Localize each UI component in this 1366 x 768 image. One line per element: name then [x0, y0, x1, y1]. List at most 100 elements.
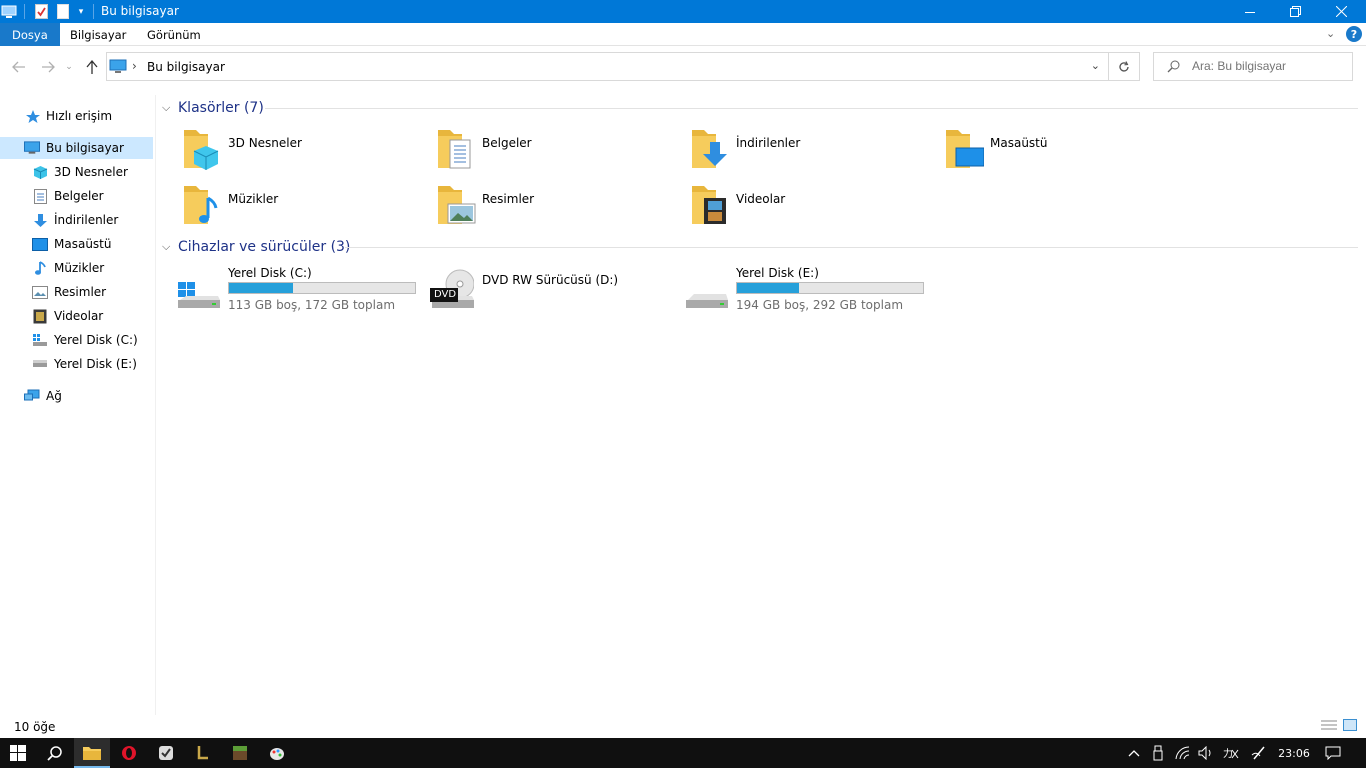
star-icon: [24, 108, 40, 124]
security-app-icon[interactable]: [148, 738, 184, 768]
expand-ribbon-icon[interactable]: ⌄: [1326, 27, 1335, 40]
opera-icon[interactable]: [111, 738, 147, 768]
sidebar-item-label: Müzikler: [54, 261, 105, 275]
breadcrumb[interactable]: Bu bilgisayar: [147, 60, 225, 74]
sidebar-item-desktop[interactable]: Masaüstü: [32, 233, 111, 255]
up-button[interactable]: [80, 56, 104, 78]
folder-pictures[interactable]: Resimler: [436, 184, 686, 232]
sidebar-item-3d-objects[interactable]: 3D Nesneler: [32, 161, 128, 183]
folder-3d-objects[interactable]: 3D Nesneler: [182, 128, 432, 176]
customize-toolbar-icon[interactable]: ▾: [75, 2, 87, 21]
drive-space-info: 113 GB boş, 172 GB toplam: [228, 298, 396, 312]
group-title: Cihazlar ve sürücüler (3): [178, 239, 351, 255]
tab-view[interactable]: Görünüm: [135, 23, 213, 46]
computer-icon[interactable]: [0, 2, 18, 21]
folder-name: Müzikler: [228, 192, 279, 206]
documents-folder-icon: [436, 128, 476, 172]
wifi-icon[interactable]: [1172, 738, 1194, 768]
sidebar-item-quick-access[interactable]: Hızlı erişim: [24, 105, 112, 127]
sidebar-item-documents[interactable]: Belgeler: [32, 185, 104, 207]
folder-name: Resimler: [482, 192, 535, 206]
film-icon: [32, 308, 48, 324]
minecraft-icon[interactable]: [222, 738, 258, 768]
app-icon[interactable]: [185, 738, 221, 768]
sidebar-item-local-disk-c[interactable]: Yerel Disk (C:): [32, 329, 138, 351]
folder-desktop[interactable]: Masaüstü: [944, 128, 1194, 176]
tab-file[interactable]: Dosya: [0, 23, 60, 46]
3d-cube-icon: [32, 164, 48, 180]
forward-button[interactable]: [36, 56, 60, 78]
separator: [93, 4, 94, 19]
pen-workspace-icon[interactable]: [1248, 738, 1270, 768]
folders-group-header[interactable]: ⌵ Klasörler (7): [162, 98, 264, 118]
sidebar-item-videos[interactable]: Videolar: [32, 305, 103, 327]
properties-icon[interactable]: [33, 2, 49, 21]
desktop-icon: [32, 236, 48, 252]
sidebar-item-label: Bu bilgisayar: [46, 141, 124, 155]
recent-locations-icon[interactable]: ⌄: [60, 56, 78, 78]
sidebar-item-label: Hızlı erişim: [46, 109, 113, 123]
file-explorer-icon[interactable]: [74, 738, 110, 768]
folder-music[interactable]: Müzikler: [182, 184, 432, 232]
notifications-icon[interactable]: [1320, 738, 1346, 768]
volume-icon[interactable]: [1196, 738, 1216, 768]
folder-name: Videolar: [736, 192, 786, 206]
drive-e[interactable]: Yerel Disk (E:) 194 GB boş, 292 GB topla…: [684, 264, 938, 316]
help-button[interactable]: ?: [1346, 26, 1362, 42]
sidebar-item-network[interactable]: Ağ: [24, 385, 62, 407]
refresh-button[interactable]: [1108, 52, 1140, 81]
folder-downloads[interactable]: İndirilenler: [690, 128, 940, 176]
sidebar-item-label: Yerel Disk (C:): [54, 333, 138, 347]
folder-documents[interactable]: Belgeler: [436, 128, 686, 176]
window-title: Bu bilgisayar: [101, 4, 179, 18]
drive-icon: [32, 356, 48, 372]
drive-usage-bar: [228, 282, 416, 294]
usb-device-icon[interactable]: [1148, 738, 1168, 768]
show-hidden-icons-icon[interactable]: [1124, 738, 1144, 768]
drive-usage-fill: [229, 283, 293, 293]
address-dropdown-icon[interactable]: ⌄: [1091, 59, 1100, 72]
sidebar-item-music[interactable]: Müzikler: [32, 257, 104, 279]
address-bar[interactable]: › Bu bilgisayar ⌄: [106, 52, 1109, 81]
tab-computer[interactable]: Bilgisayar: [58, 23, 138, 46]
sidebar-item-local-disk-e[interactable]: Yerel Disk (E:): [32, 353, 137, 375]
details-view-icon[interactable]: [1321, 719, 1337, 734]
drive-name: Yerel Disk (C:): [228, 266, 312, 280]
group-title: Klasörler (7): [178, 100, 264, 116]
paint-icon[interactable]: [259, 738, 295, 768]
separator: [24, 4, 25, 19]
drive-icon: [684, 268, 728, 312]
clock[interactable]: 23:06: [1274, 738, 1314, 768]
music-folder-icon: [182, 184, 222, 228]
new-folder-icon[interactable]: [56, 2, 70, 21]
sidebar-item-this-pc[interactable]: Bu bilgisayar: [0, 137, 153, 159]
sidebar-item-pictures[interactable]: Resimler: [32, 281, 106, 303]
folder-videos[interactable]: Videolar: [690, 184, 940, 232]
drive-usage-bar: [736, 282, 924, 294]
videos-folder-icon: [690, 184, 730, 228]
devices-group-header[interactable]: ⌵ Cihazlar ve sürücüler (3): [162, 237, 350, 257]
computer-icon: [24, 140, 40, 156]
document-icon: [32, 188, 48, 204]
dvd-drive-icon: DVD: [430, 268, 475, 312]
close-button[interactable]: [1318, 0, 1364, 23]
chevron-down-icon: ⌵: [162, 101, 171, 114]
divider: [345, 247, 1358, 248]
view-switcher: [1321, 719, 1357, 734]
search-input[interactable]: [1192, 59, 1342, 73]
search-box[interactable]: [1153, 52, 1353, 81]
windows-start-icon[interactable]: [0, 738, 36, 768]
search-icon[interactable]: [37, 738, 73, 768]
drive-space-info: 194 GB boş, 292 GB toplam: [736, 298, 904, 312]
back-button[interactable]: [7, 56, 31, 78]
picture-icon: [32, 284, 48, 300]
minimize-button[interactable]: [1227, 0, 1273, 23]
restore-button[interactable]: [1272, 0, 1318, 23]
keyboard-language-icon[interactable]: 力: [1220, 738, 1242, 768]
drive-d[interactable]: DVD DVD RW Sürücüsü (D:): [430, 264, 684, 316]
sidebar-item-downloads[interactable]: İndirilenler: [32, 209, 118, 231]
sidebar-item-label: Belgeler: [54, 189, 104, 203]
chevron-down-icon: ⌵: [162, 240, 171, 253]
large-icons-view-icon[interactable]: [1343, 719, 1357, 734]
drive-c[interactable]: Yerel Disk (C:) 113 GB boş, 172 GB topla…: [176, 264, 430, 316]
